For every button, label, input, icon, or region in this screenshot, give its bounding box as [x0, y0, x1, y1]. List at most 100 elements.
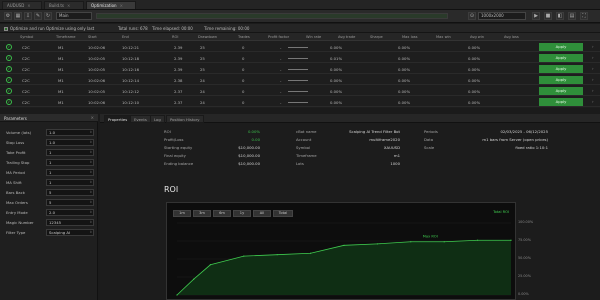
col-avg-loss[interactable]: Avg loss: [504, 35, 519, 39]
optimize-checkbox[interactable]: Optimize and run Optimize using only las…: [4, 26, 94, 31]
spinner-icon[interactable]: ⇕: [89, 210, 92, 215]
cell-trades: 0: [242, 89, 245, 94]
spinner-icon[interactable]: ⇕: [89, 200, 92, 205]
col-max-win[interactable]: Max win: [436, 35, 451, 39]
spinner-icon[interactable]: ⇕: [89, 130, 92, 135]
chevron-right-icon[interactable]: ›: [592, 77, 594, 82]
tab-properties[interactable]: Properties: [104, 115, 132, 123]
parameter-input[interactable]: 2.0 ⇕: [46, 209, 94, 216]
zoom-select[interactable]: 1000x2000: [478, 12, 526, 20]
col-avg-win[interactable]: Avg win: [470, 35, 484, 39]
chevron-right-icon[interactable]: ›: [592, 99, 594, 104]
col-win-rate[interactable]: Win rate: [306, 35, 321, 39]
spinner-icon[interactable]: ⇕: [89, 220, 92, 225]
layout-icon[interactable]: ▤: [568, 12, 576, 20]
period-label: Scale: [424, 145, 435, 150]
table-row[interactable]: ✓ C2C M1 10:02:05 10:12:12 2.37 24 0 - 0…: [0, 86, 600, 96]
col-end[interactable]: End: [122, 35, 129, 39]
tab-events[interactable]: Events: [130, 115, 151, 123]
parameter-input[interactable]: 12345 ⇕: [46, 219, 94, 226]
tab-build[interactable]: Build.ts ×: [44, 1, 84, 9]
cell-trades: 0: [242, 67, 245, 72]
parameter-input[interactable]: 1 ⇕: [46, 159, 94, 166]
col-trades[interactable]: Trades: [238, 35, 250, 39]
cell-avg-trade: 0.00%: [398, 100, 411, 105]
apply-button[interactable]: Apply: [539, 98, 583, 106]
tab-optimization[interactable]: Optimization ×: [86, 1, 136, 9]
info-value: 1000: [390, 161, 400, 166]
cell-symbol: C2C: [22, 45, 30, 50]
close-icon[interactable]: ×: [91, 115, 94, 120]
apply-button[interactable]: Apply: [539, 87, 583, 95]
parameter-input[interactable]: 5 ⇕: [46, 189, 94, 196]
tab-log[interactable]: Log: [150, 115, 165, 123]
col-drawdown[interactable]: Drawdown: [198, 35, 217, 39]
cell-symbol: C2C: [22, 56, 30, 61]
settings-icon[interactable]: ⚙: [4, 12, 12, 20]
tab-audusd[interactable]: AUDUSD ×: [2, 1, 42, 9]
play-icon[interactable]: ▶: [532, 12, 540, 20]
cell-symbol: C2C: [22, 100, 30, 105]
spinner-icon[interactable]: ⇕: [89, 180, 92, 185]
apply-button[interactable]: Apply: [539, 54, 583, 62]
parameter-input[interactable]: 5 ⇕: [46, 199, 94, 206]
table-row[interactable]: ✓ C2C M1 10:02:06 10:12:21 2.39 25 0 - 0…: [0, 42, 600, 52]
col-timeframe[interactable]: Timeframe: [56, 35, 75, 39]
col-avg-trade[interactable]: Avg trade: [338, 35, 355, 39]
chart-icon[interactable]: ◧: [556, 12, 564, 20]
spinner-icon[interactable]: ⇕: [89, 170, 92, 175]
parameter-input[interactable]: Scalping AI ⇕: [46, 229, 94, 236]
close-icon[interactable]: ×: [67, 3, 70, 8]
apply-button[interactable]: Apply: [539, 43, 583, 51]
export-icon[interactable]: ⇩: [24, 12, 32, 20]
roi-chart[interactable]: 1m 3m 6m 1y All Total Max ROI Total ROI: [166, 202, 516, 300]
spinner-icon[interactable]: ⇕: [89, 160, 92, 165]
strategy-select[interactable]: Main: [56, 12, 92, 20]
col-symbol[interactable]: Symbol: [20, 35, 33, 39]
grid-icon[interactable]: ▦: [14, 12, 22, 20]
apply-button[interactable]: Apply: [539, 65, 583, 73]
chevron-right-icon[interactable]: ›: [592, 55, 594, 60]
parameter-input[interactable]: 1 ⇕: [46, 169, 94, 176]
cell-roi: 2.39: [174, 67, 183, 72]
zoom-icon[interactable]: ⊙: [468, 12, 476, 20]
parameter-row: Max Orders 5 ⇕: [4, 198, 94, 207]
pencil-icon[interactable]: ✎: [34, 12, 42, 20]
col-sharpe[interactable]: Sharpe: [370, 35, 383, 39]
table-row[interactable]: ✓ C2C M1 10:02:05 10:12:18 2.39 25 0 - 0…: [0, 53, 600, 63]
stop-icon[interactable]: ■: [544, 12, 552, 20]
stat-label: ROI: [164, 129, 171, 134]
spinner-icon[interactable]: ⇕: [89, 190, 92, 195]
chevron-right-icon[interactable]: ›: [592, 44, 594, 49]
cell-win-rate: 0.00%: [330, 100, 343, 105]
table-row[interactable]: ✓ C2C M1 10:02:05 10:12:16 2.39 25 0 - 0…: [0, 64, 600, 74]
parameter-label: Filter Type: [6, 230, 26, 235]
maximize-icon[interactable]: ⛶: [580, 12, 588, 20]
tab-position-history[interactable]: Position History: [166, 115, 204, 123]
col-roi[interactable]: ROI: [172, 35, 178, 39]
apply-button[interactable]: Apply: [539, 76, 583, 84]
period-label: Data: [424, 137, 434, 142]
table-row[interactable]: ✓ C2C M1 10:02:06 10:12:14 2.38 24 0 - 0…: [0, 75, 600, 85]
refresh-icon[interactable]: ↻: [44, 12, 52, 20]
chevron-right-icon[interactable]: ›: [592, 66, 594, 71]
close-icon[interactable]: ×: [120, 3, 123, 8]
col-max-loss[interactable]: Max loss: [402, 35, 418, 39]
spinner-icon[interactable]: ⇕: [89, 230, 92, 235]
cell-sharpe: 0.00%: [468, 67, 481, 72]
spinner-icon[interactable]: ⇕: [89, 150, 92, 155]
table-row[interactable]: ✓ C2C M1 10:02:06 10:12:10 2.37 24 0 - 0…: [0, 97, 600, 107]
checkbox-icon[interactable]: [4, 27, 8, 31]
parameter-value: 5: [49, 200, 52, 205]
spinner-icon[interactable]: ⇕: [89, 140, 92, 145]
parameter-input[interactable]: 1 ⇕: [46, 179, 94, 186]
stat-value: 0.00%: [247, 129, 260, 134]
data-point: [193, 278, 195, 280]
close-icon[interactable]: ×: [27, 3, 30, 8]
chevron-right-icon[interactable]: ›: [592, 88, 594, 93]
parameter-input[interactable]: 1 ⇕: [46, 149, 94, 156]
col-profit-factor[interactable]: Profit factor: [268, 35, 289, 39]
parameter-input[interactable]: 1.0 ⇕: [46, 129, 94, 136]
parameter-input[interactable]: 1.0 ⇕: [46, 139, 94, 146]
col-start[interactable]: Start: [88, 35, 97, 39]
